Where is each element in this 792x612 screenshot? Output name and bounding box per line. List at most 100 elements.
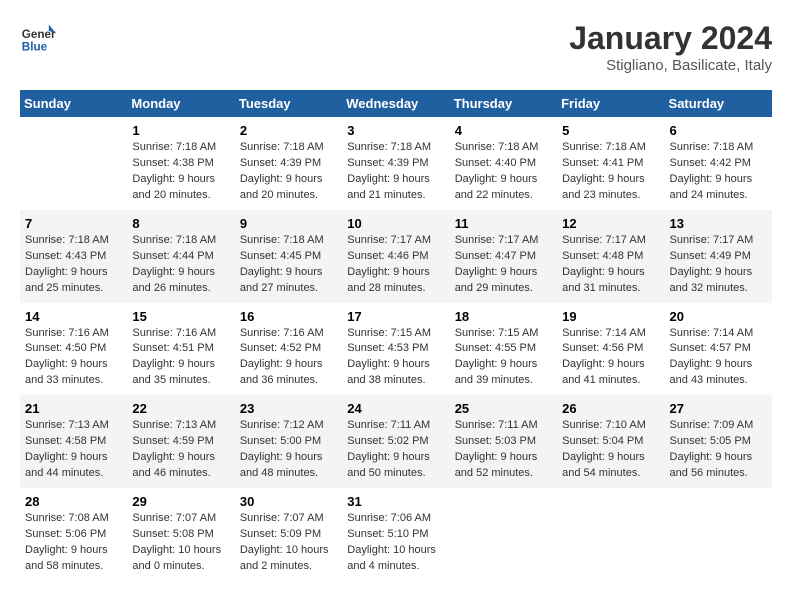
day-number: 30 — [240, 494, 337, 509]
day-number: 25 — [455, 401, 552, 416]
day-number: 14 — [25, 309, 122, 324]
weekday-header: Wednesday — [342, 90, 449, 117]
weekday-header: Sunday — [20, 90, 127, 117]
day-info: Sunrise: 7:18 AMSunset: 4:44 PMDaylight:… — [132, 233, 229, 297]
day-number: 12 — [562, 216, 659, 231]
day-number: 16 — [240, 309, 337, 324]
logo-icon: General Blue — [20, 20, 56, 56]
calendar-cell: 18 Sunrise: 7:15 AMSunset: 4:55 PMDayligh… — [450, 303, 557, 396]
day-number: 29 — [132, 494, 229, 509]
page-header: General Blue January 2024 Stigliano, Bas… — [20, 20, 772, 74]
day-info: Sunrise: 7:17 AMSunset: 4:48 PMDaylight:… — [562, 233, 659, 297]
calendar-cell: 1 Sunrise: 7:18 AMSunset: 4:38 PMDaylight… — [127, 117, 234, 210]
weekday-header: Tuesday — [235, 90, 342, 117]
day-info: Sunrise: 7:18 AMSunset: 4:39 PMDaylight:… — [240, 140, 337, 204]
day-info: Sunrise: 7:15 AMSunset: 4:53 PMDaylight:… — [347, 326, 444, 390]
calendar-cell: 25 Sunrise: 7:11 AMSunset: 5:03 PMDayligh… — [450, 395, 557, 488]
day-info: Sunrise: 7:18 AMSunset: 4:41 PMDaylight:… — [562, 140, 659, 204]
day-number: 19 — [562, 309, 659, 324]
day-info: Sunrise: 7:18 AMSunset: 4:43 PMDaylight:… — [25, 233, 122, 297]
calendar-cell: 3Sunrise: 7:18 AMSunset: 4:39 PMDaylight… — [342, 117, 449, 210]
day-number: 22 — [132, 401, 229, 416]
calendar-cell: 2 Sunrise: 7:18 AMSunset: 4:39 PMDaylight… — [235, 117, 342, 210]
page-title: January 2024 — [569, 20, 772, 57]
calendar-week-row: 21 Sunrise: 7:13 AMSunset: 4:58 PMDayligh… — [20, 395, 772, 488]
day-number: 17 — [347, 309, 444, 324]
day-number: 31 — [347, 494, 444, 509]
calendar-cell — [557, 488, 664, 581]
calendar-cell — [665, 488, 772, 581]
day-number: 9 — [240, 216, 337, 231]
calendar-cell: 28Sunrise: 7:08 AMSunset: 5:06 PMDayligh… — [20, 488, 127, 581]
calendar-week-row: 1 Sunrise: 7:18 AMSunset: 4:38 PMDaylight… — [20, 117, 772, 210]
day-info: Sunrise: 7:07 AMSunset: 5:08 PMDaylight:… — [132, 511, 229, 575]
day-number: 2 — [240, 123, 337, 138]
day-info: Sunrise: 7:13 AMSunset: 4:58 PMDaylight:… — [25, 418, 122, 482]
day-number: 5 — [562, 123, 659, 138]
calendar-week-row: 14 Sunrise: 7:16 AMSunset: 4:50 PMDayligh… — [20, 303, 772, 396]
logo: General Blue — [20, 20, 56, 56]
svg-text:Blue: Blue — [22, 41, 48, 54]
day-number: 26 — [562, 401, 659, 416]
day-info: Sunrise: 7:06 AMSunset: 5:10 PMDaylight:… — [347, 511, 444, 575]
day-number: 7 — [25, 216, 122, 231]
weekday-header: Saturday — [665, 90, 772, 117]
weekday-header: Thursday — [450, 90, 557, 117]
day-number: 1 — [132, 123, 229, 138]
day-number: 13 — [670, 216, 767, 231]
day-info: Sunrise: 7:18 AMSunset: 4:38 PMDaylight:… — [132, 140, 229, 204]
day-info: Sunrise: 7:17 AMSunset: 4:46 PMDaylight:… — [347, 233, 444, 297]
calendar-cell: 20Sunrise: 7:14 AMSunset: 4:57 PMDayligh… — [665, 303, 772, 396]
day-number: 3 — [347, 123, 444, 138]
calendar-cell — [450, 488, 557, 581]
calendar-cell: 23 Sunrise: 7:12 AMSunset: 5:00 PMDayligh… — [235, 395, 342, 488]
calendar-table: SundayMondayTuesdayWednesdayThursdayFrid… — [20, 90, 772, 581]
day-number: 28 — [25, 494, 122, 509]
calendar-cell: 17 Sunrise: 7:15 AMSunset: 4:53 PMDayligh… — [342, 303, 449, 396]
day-info: Sunrise: 7:16 AMSunset: 4:52 PMDaylight:… — [240, 326, 337, 390]
day-number: 27 — [670, 401, 767, 416]
day-info: Sunrise: 7:11 AMSunset: 5:03 PMDaylight:… — [455, 418, 552, 482]
day-number: 24 — [347, 401, 444, 416]
calendar-cell: 22 Sunrise: 7:13 AMSunset: 4:59 PMDayligh… — [127, 395, 234, 488]
day-number: 21 — [25, 401, 122, 416]
day-number: 23 — [240, 401, 337, 416]
day-info: Sunrise: 7:18 AMSunset: 4:45 PMDaylight:… — [240, 233, 337, 297]
day-info: Sunrise: 7:14 AMSunset: 4:57 PMDaylight:… — [670, 326, 767, 390]
header-row: SundayMondayTuesdayWednesdayThursdayFrid… — [20, 90, 772, 117]
calendar-cell: 24Sunrise: 7:11 AMSunset: 5:02 PMDayligh… — [342, 395, 449, 488]
calendar-cell: 10 Sunrise: 7:17 AMSunset: 4:46 PMDayligh… — [342, 210, 449, 303]
day-info: Sunrise: 7:09 AMSunset: 5:05 PMDaylight:… — [670, 418, 767, 482]
calendar-cell: 16 Sunrise: 7:16 AMSunset: 4:52 PMDayligh… — [235, 303, 342, 396]
calendar-cell: 8 Sunrise: 7:18 AMSunset: 4:44 PMDaylight… — [127, 210, 234, 303]
calendar-cell: 21 Sunrise: 7:13 AMSunset: 4:58 PMDayligh… — [20, 395, 127, 488]
day-number: 6 — [670, 123, 767, 138]
day-info: Sunrise: 7:18 AMSunset: 4:40 PMDaylight:… — [455, 140, 552, 204]
title-block: January 2024 Stigliano, Basilicate, Ital… — [569, 20, 772, 74]
calendar-cell: 29 Sunrise: 7:07 AMSunset: 5:08 PMDayligh… — [127, 488, 234, 581]
day-info: Sunrise: 7:12 AMSunset: 5:00 PMDaylight:… — [240, 418, 337, 482]
day-info: Sunrise: 7:16 AMSunset: 4:50 PMDaylight:… — [25, 326, 122, 390]
calendar-cell: 12 Sunrise: 7:17 AMSunset: 4:48 PMDayligh… — [557, 210, 664, 303]
calendar-cell: 5 Sunrise: 7:18 AMSunset: 4:41 PMDaylight… — [557, 117, 664, 210]
day-info: Sunrise: 7:07 AMSunset: 5:09 PMDaylight:… — [240, 511, 337, 575]
calendar-cell: 15 Sunrise: 7:16 AMSunset: 4:51 PMDayligh… — [127, 303, 234, 396]
day-number: 8 — [132, 216, 229, 231]
calendar-cell: 4Sunrise: 7:18 AMSunset: 4:40 PMDaylight… — [450, 117, 557, 210]
day-info: Sunrise: 7:15 AMSunset: 4:55 PMDaylight:… — [455, 326, 552, 390]
day-number: 15 — [132, 309, 229, 324]
day-info: Sunrise: 7:13 AMSunset: 4:59 PMDaylight:… — [132, 418, 229, 482]
page-subtitle: Stigliano, Basilicate, Italy — [569, 57, 772, 74]
calendar-cell: 26Sunrise: 7:10 AMSunset: 5:04 PMDayligh… — [557, 395, 664, 488]
day-info: Sunrise: 7:18 AMSunset: 4:42 PMDaylight:… — [670, 140, 767, 204]
day-number: 18 — [455, 309, 552, 324]
day-info: Sunrise: 7:17 AMSunset: 4:49 PMDaylight:… — [670, 233, 767, 297]
calendar-cell: 7 Sunrise: 7:18 AMSunset: 4:43 PMDaylight… — [20, 210, 127, 303]
calendar-cell: 9 Sunrise: 7:18 AMSunset: 4:45 PMDaylight… — [235, 210, 342, 303]
day-number: 10 — [347, 216, 444, 231]
calendar-cell: 30 Sunrise: 7:07 AMSunset: 5:09 PMDayligh… — [235, 488, 342, 581]
calendar-cell: 27 Sunrise: 7:09 AMSunset: 5:05 PMDayligh… — [665, 395, 772, 488]
calendar-cell: 6 Sunrise: 7:18 AMSunset: 4:42 PMDaylight… — [665, 117, 772, 210]
day-info: Sunrise: 7:16 AMSunset: 4:51 PMDaylight:… — [132, 326, 229, 390]
calendar-cell — [20, 117, 127, 210]
